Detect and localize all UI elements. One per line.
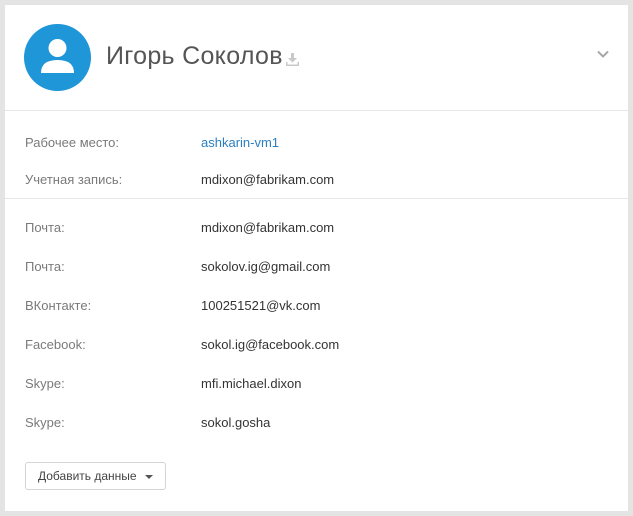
contact-label: Skype: bbox=[25, 376, 65, 391]
contact-value: sokol.ig@facebook.com bbox=[201, 337, 340, 352]
download-icon[interactable] bbox=[285, 52, 300, 67]
account-row: Учетная запись: mdixon@fabrikam.com bbox=[5, 172, 628, 192]
contact-label: Почта: bbox=[25, 220, 65, 235]
workplace-row: Рабочее место: ashkarin-vm1 bbox=[5, 135, 628, 155]
workplace-link[interactable]: ashkarin-vm1 bbox=[201, 135, 279, 150]
user-silhouette-icon bbox=[41, 39, 74, 73]
contact-row: ВКонтакте: 100251521@vk.com bbox=[5, 298, 628, 318]
account-value: mdixon@fabrikam.com bbox=[201, 172, 335, 187]
contact-value: 100251521@vk.com bbox=[201, 298, 321, 313]
avatar bbox=[24, 24, 91, 91]
workplace-label: Рабочее место: bbox=[25, 135, 120, 150]
work-info-section: Рабочее место: ashkarin-vm1 Учетная запи… bbox=[5, 111, 628, 199]
contact-label: Facebook: bbox=[25, 337, 86, 352]
contact-row: Почта: mdixon@fabrikam.com bbox=[5, 220, 628, 240]
account-label: Учетная запись: bbox=[25, 172, 123, 187]
contact-value: mdixon@fabrikam.com bbox=[201, 220, 335, 235]
contact-value: sokol.gosha bbox=[201, 415, 271, 430]
contact-value: mfi.michael.dixon bbox=[201, 376, 302, 391]
profile-header: Игорь Соколов bbox=[5, 5, 628, 111]
caret-down-icon bbox=[144, 474, 153, 479]
contact-row: Skype: sokol.gosha bbox=[5, 415, 628, 435]
add-data-label: Добавить данные bbox=[38, 469, 137, 483]
contact-row: Facebook: sokol.ig@facebook.com bbox=[5, 337, 628, 357]
contact-value: sokolov.ig@gmail.com bbox=[201, 259, 331, 274]
contact-label: Skype: bbox=[25, 415, 65, 430]
contact-row: Почта: sokolov.ig@gmail.com bbox=[5, 259, 628, 279]
profile-name: Игорь Соколов bbox=[106, 42, 283, 70]
contact-label: Почта: bbox=[25, 259, 65, 274]
profile-card: Игорь Соколов Рабочее место: ashkarin-vm… bbox=[5, 5, 628, 511]
chevron-down-icon[interactable] bbox=[596, 47, 610, 61]
contact-label: ВКонтакте: bbox=[25, 298, 92, 313]
contact-row: Skype: mfi.michael.dixon bbox=[5, 376, 628, 396]
add-data-button[interactable]: Добавить данные bbox=[25, 462, 166, 490]
